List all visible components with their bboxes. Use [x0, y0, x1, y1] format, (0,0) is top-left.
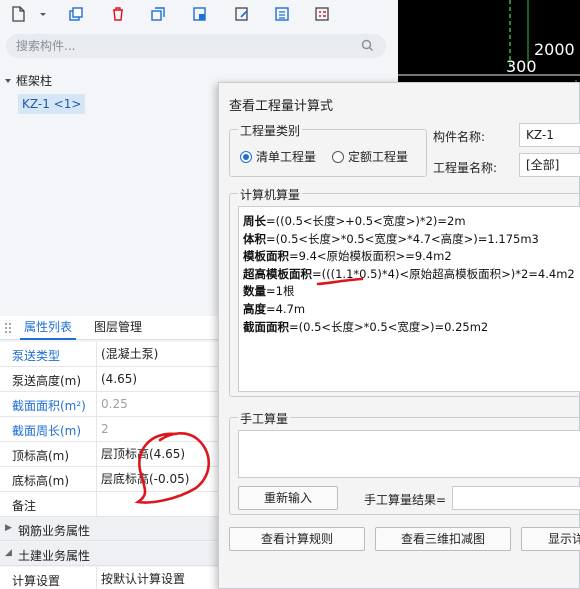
property-key: 底标高(m)	[12, 474, 70, 488]
property-key: 截面面积(m²)	[12, 399, 86, 413]
dimension-label-300: 300	[506, 57, 537, 76]
formula-line: 数量=1根	[243, 284, 295, 299]
search-input[interactable]	[16, 37, 346, 55]
computer-calc-group: 计算机算量 周长=((0.5<长度>+0.5<宽度>)*2)=2m 体积=(0.…	[229, 186, 580, 397]
radio-label: 定额工程量	[348, 150, 409, 164]
radio-selected-icon[interactable]	[240, 150, 252, 163]
tree-node-frame-column[interactable]: 框架柱	[4, 72, 52, 89]
manual-result-label: 手工算量结果=	[364, 493, 447, 507]
tab-property-list[interactable]: 属性列表	[20, 316, 77, 340]
new-file-icon[interactable]	[8, 4, 28, 24]
radio-unselected-icon[interactable]	[332, 150, 344, 163]
formula-line: 高度=4.7m	[243, 301, 306, 316]
layer-copy-icon[interactable]	[190, 4, 210, 24]
duplicate-icon[interactable]	[148, 4, 168, 24]
dropdown-icon[interactable]	[36, 4, 50, 24]
quantity-type-group: 工程量类别 清单工程量 定额工程量	[229, 122, 427, 177]
section-title: 土建业务属性	[18, 549, 91, 563]
radio-bill-quantity[interactable]: 清单工程量	[240, 148, 316, 165]
property-key: 备注	[12, 499, 37, 513]
property-key: 顶标高(m)	[12, 449, 70, 463]
list-icon[interactable]	[272, 4, 292, 24]
dimension-label-2000: 2000	[534, 40, 575, 59]
group-label: 工程量类别	[238, 122, 303, 139]
quantity-name-select[interactable]: [全部]	[519, 153, 580, 177]
formula-line: 周长=((0.5<长度>+0.5<宽度>)*2)=2m	[243, 214, 466, 228]
component-name-label: 构件名称:	[433, 130, 486, 144]
component-name-field[interactable]: KZ-1	[519, 123, 580, 147]
group-label: 手工算量	[238, 410, 291, 427]
manual-calc-group: 手工算量 重新输入 手工算量结果=	[229, 410, 580, 515]
property-key: 泵送类型	[12, 349, 61, 363]
manual-calc-input[interactable]	[238, 430, 580, 478]
toolbar	[0, 0, 398, 28]
formula-line: 超高模板面积=(((1.1*0.5)*4)<原始超高模板面积>)*2=4.4m2	[243, 266, 575, 281]
formula-line: 截面面积=(0.5<长度>*0.5<宽度>)=0.25m2	[243, 319, 489, 334]
tree-item-kz1[interactable]: KZ-1 <1>	[18, 94, 86, 114]
tab-layer-management[interactable]: 图层管理	[94, 316, 142, 340]
formula-line: 体积=(0.5<长度>*0.5<宽度>*4.7<高度>)=1.175m3	[243, 231, 539, 246]
table-icon[interactable]	[312, 4, 332, 24]
drag-handle-icon[interactable]	[4, 322, 12, 334]
view-3d-deduction-button[interactable]: 查看三维扣减图	[375, 527, 511, 551]
expanded-arrow-icon: ◢	[5, 548, 12, 558]
tree-node-label: 框架柱	[16, 74, 53, 88]
quantity-formula-dialog: 查看工程量计算式 工程量类别 清单工程量 定额工程量 构件名称: KZ-1 工程…	[218, 82, 580, 589]
property-key: 截面周长(m)	[12, 424, 82, 438]
dialog-title: 查看工程量计算式	[229, 99, 334, 114]
section-title: 钢筋业务属性	[18, 524, 91, 538]
property-key: 计算设置	[12, 574, 61, 588]
property-key: 泵送高度(m)	[12, 374, 82, 388]
show-details-button[interactable]: 显示详	[521, 527, 580, 551]
search-box[interactable]	[6, 34, 386, 58]
quantity-name-label: 工程量名称:	[433, 161, 498, 175]
collapsed-arrow-icon: ▶	[5, 523, 12, 533]
manual-result-field[interactable]	[452, 486, 580, 510]
group-label: 计算机算量	[238, 186, 303, 203]
view-calc-rules-button[interactable]: 查看计算规则	[229, 527, 365, 551]
formula-line: 模板面积=9.4<原始模板面积>=9.4m2	[243, 249, 452, 264]
edit-icon[interactable]	[232, 4, 252, 24]
expand-arrow-icon[interactable]	[4, 77, 12, 85]
calc-formula-area[interactable]: 周长=((0.5<长度>+0.5<宽度>)*2)=2m 体积=(0.5<长度>*…	[238, 206, 580, 392]
tree-item-label: KZ-1 <1>	[22, 97, 82, 111]
copy-icon[interactable]	[66, 4, 86, 24]
reenter-button[interactable]: 重新输入	[238, 486, 338, 510]
radio-label: 清单工程量	[256, 150, 317, 164]
delete-icon[interactable]	[108, 4, 128, 24]
radio-quota-quantity[interactable]: 定额工程量	[332, 148, 408, 165]
search-icon[interactable]	[361, 39, 374, 55]
